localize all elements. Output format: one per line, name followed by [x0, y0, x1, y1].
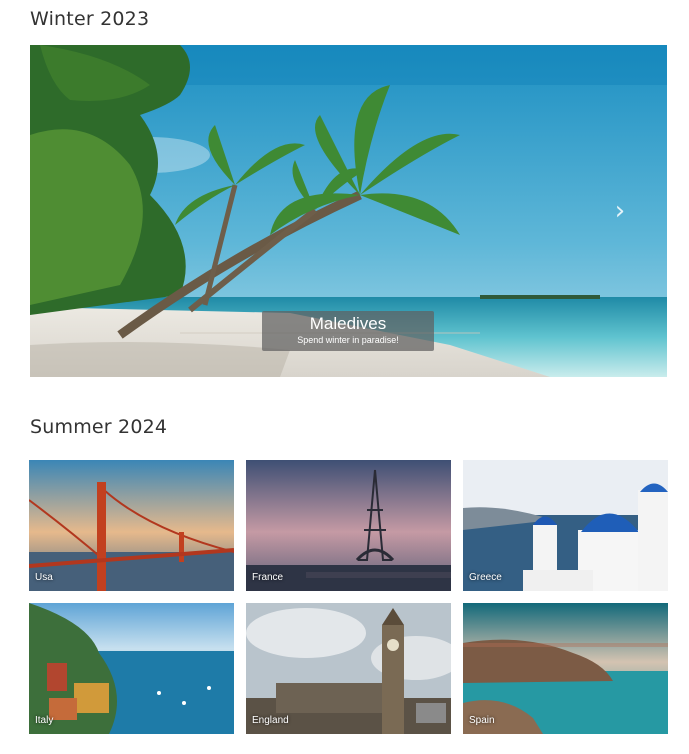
- destination-card-france[interactable]: France: [246, 460, 451, 591]
- slide-title: Maledives: [309, 314, 387, 333]
- destination-label: Spain: [469, 715, 495, 726]
- slide-caption: Maledives Spend winter in paradise!: [262, 311, 434, 351]
- section-title-summer: Summer 2024: [30, 416, 168, 438]
- destination-label: France: [252, 572, 284, 583]
- carousel-next-chevron-right-icon[interactable]: ›: [609, 197, 631, 225]
- destination-card-italy[interactable]: Italy: [29, 603, 234, 734]
- destination-card-spain[interactable]: Spain: [463, 603, 668, 734]
- section-title-winter: Winter 2023: [30, 8, 150, 30]
- destination-card-england[interactable]: England: [246, 603, 451, 734]
- destination-label: England: [252, 715, 289, 726]
- destination-card-greece[interactable]: Greece: [463, 460, 668, 591]
- hero-carousel[interactable]: › Maledives Spend winter in paradise!: [30, 45, 667, 377]
- destination-image-italy: [29, 603, 234, 734]
- destination-label: Usa: [35, 572, 53, 583]
- destination-grid: Usa France Greece Italy England Spain: [29, 460, 669, 734]
- slide-subtitle: Spend winter in paradise!: [297, 335, 399, 345]
- destination-image-usa: [29, 460, 234, 591]
- destination-card-usa[interactable]: Usa: [29, 460, 234, 591]
- destination-label: Italy: [35, 715, 54, 726]
- destination-label: Greece: [469, 572, 502, 583]
